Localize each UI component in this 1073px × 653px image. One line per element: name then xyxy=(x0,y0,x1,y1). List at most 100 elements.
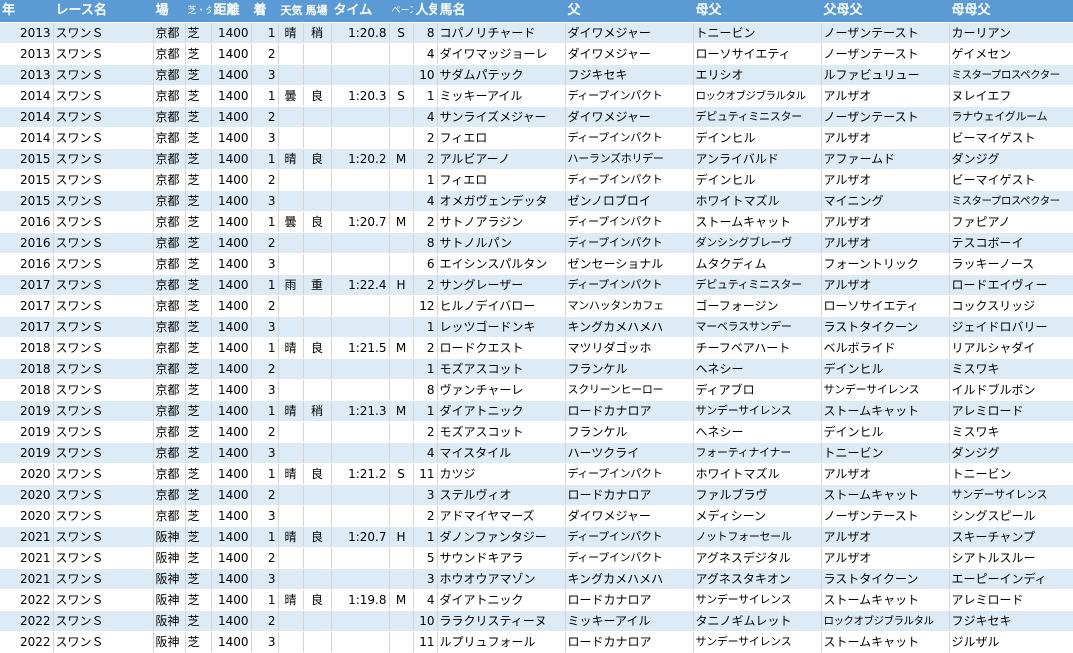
cell-distance[interactable]: 1400 xyxy=(211,190,252,212)
cell-horse-name[interactable]: フィエロ xyxy=(437,127,566,149)
cell-year[interactable]: 2022 xyxy=(0,589,54,611)
cell-dam-dam-sire[interactable]: シングスピール xyxy=(949,505,1073,527)
cell-time[interactable] xyxy=(331,505,390,527)
cell-track[interactable] xyxy=(303,631,332,653)
cell-horse-name[interactable]: コパノリチャード xyxy=(437,22,566,44)
cell-year[interactable]: 2017 xyxy=(0,316,54,338)
cell-horse-name[interactable]: ステルヴィオ xyxy=(437,484,566,506)
cell-surface[interactable]: 芝 xyxy=(185,190,212,212)
cell-horse-name[interactable]: モズアスコット xyxy=(437,358,566,380)
cell-surface[interactable]: 芝 xyxy=(185,274,212,296)
cell-venue[interactable]: 京都 xyxy=(153,127,186,149)
cell-time[interactable] xyxy=(331,253,390,275)
cell-popularity[interactable]: 1 xyxy=(413,526,438,548)
cell-dam-sire[interactable]: ホワイトマズル xyxy=(693,463,822,485)
cell-dam-sire[interactable]: デピュティミニスター xyxy=(693,274,822,296)
cell-popularity[interactable]: 3 xyxy=(413,484,438,506)
cell-weather[interactable]: 晴 xyxy=(278,400,304,422)
cell-dam-sire[interactable]: ディアブロ xyxy=(693,379,822,401)
cell-track[interactable]: 稍 xyxy=(303,22,332,44)
cell-race-name[interactable]: スワンＳ xyxy=(53,379,154,401)
cell-horse-name[interactable]: フィエロ xyxy=(437,169,566,191)
cell-distance[interactable]: 1400 xyxy=(211,526,252,548)
cell-track[interactable] xyxy=(303,232,332,254)
cell-pace[interactable]: S xyxy=(389,463,414,485)
cell-distance[interactable]: 1400 xyxy=(211,43,252,65)
cell-surface[interactable]: 芝 xyxy=(185,379,212,401)
cell-sire[interactable]: ディープインパクト xyxy=(565,274,694,296)
cell-sire-dam-sire[interactable]: アルザオ xyxy=(821,127,950,149)
cell-weather[interactable] xyxy=(278,127,304,149)
cell-time[interactable]: 1:20.8 xyxy=(331,22,390,44)
cell-distance[interactable]: 1400 xyxy=(211,568,252,590)
cell-year[interactable]: 2022 xyxy=(0,631,54,653)
cell-year[interactable]: 2016 xyxy=(0,211,54,233)
cell-distance[interactable]: 1400 xyxy=(211,337,252,359)
cell-pace[interactable] xyxy=(389,631,414,653)
cell-weather[interactable] xyxy=(278,568,304,590)
cell-horse-name[interactable]: ミッキーアイル xyxy=(437,85,566,107)
cell-venue[interactable]: 京都 xyxy=(153,211,186,233)
cell-dam-dam-sire[interactable]: ビーマイゲスト xyxy=(949,127,1073,149)
cell-popularity[interactable]: 2 xyxy=(413,337,438,359)
cell-horse-name[interactable]: ダイワマッジョーレ xyxy=(437,43,566,65)
cell-time[interactable] xyxy=(331,295,390,317)
cell-finish[interactable]: 3 xyxy=(251,64,279,86)
cell-time[interactable]: 1:21.2 xyxy=(331,463,390,485)
cell-finish[interactable]: 1 xyxy=(251,211,279,233)
cell-distance[interactable]: 1400 xyxy=(211,106,252,128)
cell-horse-name[interactable]: サトノルパン xyxy=(437,232,566,254)
cell-race-name[interactable]: スワンＳ xyxy=(53,253,154,275)
cell-sire[interactable]: スクリーンヒーロー xyxy=(565,379,694,401)
cell-distance[interactable]: 1400 xyxy=(211,148,252,170)
cell-track[interactable] xyxy=(303,127,332,149)
cell-race-name[interactable]: スワンＳ xyxy=(53,106,154,128)
cell-pace[interactable]: M xyxy=(389,211,414,233)
cell-track[interactable]: 良 xyxy=(303,211,332,233)
col-header-popularity[interactable]: 人気 xyxy=(413,0,438,23)
cell-dam-dam-sire[interactable]: ラッキーノース xyxy=(949,253,1073,275)
cell-venue[interactable]: 京都 xyxy=(153,22,186,44)
col-header-surface[interactable]: 芝・ダ xyxy=(185,0,212,23)
cell-race-name[interactable]: スワンＳ xyxy=(53,148,154,170)
cell-surface[interactable]: 芝 xyxy=(185,85,212,107)
cell-distance[interactable]: 1400 xyxy=(211,232,252,254)
cell-track[interactable] xyxy=(303,106,332,128)
cell-sire-dam-sire[interactable]: マイニング xyxy=(821,190,950,212)
cell-distance[interactable]: 1400 xyxy=(211,421,252,443)
cell-surface[interactable]: 芝 xyxy=(185,64,212,86)
cell-year[interactable]: 2021 xyxy=(0,568,54,590)
cell-sire[interactable]: ロードカナロア xyxy=(565,484,694,506)
cell-time[interactable]: 1:20.2 xyxy=(331,148,390,170)
cell-horse-name[interactable]: ダイアトニック xyxy=(437,400,566,422)
cell-time[interactable] xyxy=(331,64,390,86)
cell-venue[interactable]: 阪神 xyxy=(153,610,186,632)
cell-time[interactable] xyxy=(331,43,390,65)
cell-dam-sire[interactable]: ストームキャット xyxy=(693,211,822,233)
col-header-distance[interactable]: 距離 xyxy=(211,0,252,23)
cell-pace[interactable] xyxy=(389,295,414,317)
cell-pace[interactable] xyxy=(389,106,414,128)
cell-popularity[interactable]: 2 xyxy=(413,421,438,443)
cell-track[interactable] xyxy=(303,64,332,86)
cell-race-name[interactable]: スワンＳ xyxy=(53,22,154,44)
cell-weather[interactable]: 曇 xyxy=(278,85,304,107)
cell-popularity[interactable]: 2 xyxy=(413,274,438,296)
cell-track[interactable] xyxy=(303,190,332,212)
cell-dam-sire[interactable]: ホワイトマズル xyxy=(693,190,822,212)
cell-sire-dam-sire[interactable]: ストームキャット xyxy=(821,484,950,506)
cell-finish[interactable]: 3 xyxy=(251,190,279,212)
cell-distance[interactable]: 1400 xyxy=(211,253,252,275)
col-header-year[interactable]: 年 xyxy=(0,0,54,23)
cell-dam-dam-sire[interactable]: エーピーインディ xyxy=(949,568,1073,590)
cell-distance[interactable]: 1400 xyxy=(211,505,252,527)
cell-time[interactable] xyxy=(331,232,390,254)
cell-popularity[interactable]: 8 xyxy=(413,22,438,44)
cell-time[interactable] xyxy=(331,106,390,128)
cell-horse-name[interactable]: レッツゴードンキ xyxy=(437,316,566,338)
cell-time[interactable]: 1:20.7 xyxy=(331,211,390,233)
cell-sire[interactable]: マツリダゴッホ xyxy=(565,337,694,359)
cell-track[interactable] xyxy=(303,484,332,506)
cell-distance[interactable]: 1400 xyxy=(211,85,252,107)
cell-surface[interactable]: 芝 xyxy=(185,505,212,527)
